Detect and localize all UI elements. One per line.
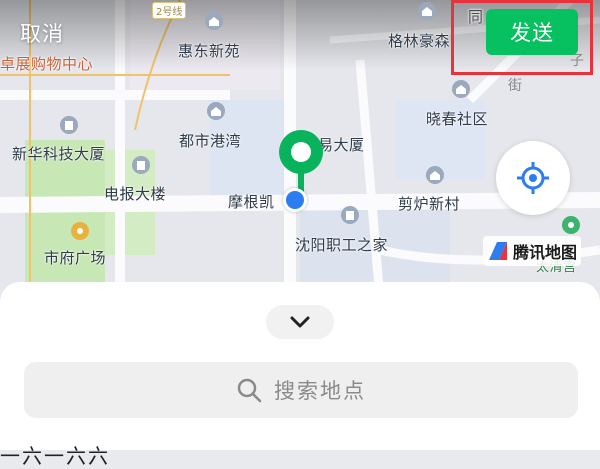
poi-label-gelin: 格林豪森 bbox=[388, 32, 451, 50]
search-input[interactable]: 搜索地点 bbox=[24, 362, 578, 418]
brand-label: 腾讯地图 bbox=[513, 243, 578, 262]
crosshair-icon bbox=[517, 162, 549, 194]
poi-label-dushi: 都市港湾 bbox=[179, 132, 242, 150]
plaza-icon bbox=[71, 222, 89, 240]
residential-icon bbox=[418, 2, 436, 20]
metro-line-label: 2号线 bbox=[152, 2, 187, 19]
collapse-sheet-button[interactable] bbox=[266, 305, 334, 339]
residential-icon bbox=[426, 166, 444, 184]
residential-icon bbox=[207, 102, 225, 120]
building-icon bbox=[132, 156, 150, 174]
tencent-map-logo-icon bbox=[489, 242, 507, 260]
residential-icon bbox=[452, 80, 470, 98]
poi-label-huidong: 惠东新苑 bbox=[178, 42, 241, 60]
partial-result-text: 一六一六六 bbox=[0, 444, 110, 468]
poi-label-zhanjia: 卓展购物中心 bbox=[0, 55, 94, 73]
search-placeholder: 搜索地点 bbox=[274, 379, 366, 403]
poi-label-shifu: 市府广场 bbox=[44, 249, 107, 267]
residential-icon bbox=[205, 12, 223, 30]
locate-me-button[interactable] bbox=[496, 141, 570, 215]
poi-label-mogen: 摩根凯 bbox=[228, 193, 275, 211]
chevron-down-icon bbox=[290, 316, 310, 328]
building-icon bbox=[60, 116, 78, 134]
search-icon bbox=[237, 378, 262, 403]
poi-label-shenyang: 沈阳职工之家 bbox=[295, 236, 389, 254]
my-location-dot-icon bbox=[283, 188, 307, 212]
building-icon bbox=[341, 206, 359, 224]
map-brand-logo: 腾讯地图 bbox=[483, 236, 582, 266]
poi-label-dianbao: 电报大楼 bbox=[104, 185, 167, 203]
cancel-button[interactable]: 取消 bbox=[20, 18, 64, 48]
send-button[interactable]: 发送 bbox=[486, 9, 578, 55]
street-label: 街 bbox=[508, 78, 522, 94]
poi-label-xinhua: 新华科技大厦 bbox=[12, 145, 106, 163]
poi-label-jianlu: 剪炉新村 bbox=[398, 195, 461, 213]
temple-icon bbox=[562, 216, 580, 234]
poi-label-xiaochun: 晓春社区 bbox=[426, 110, 489, 128]
